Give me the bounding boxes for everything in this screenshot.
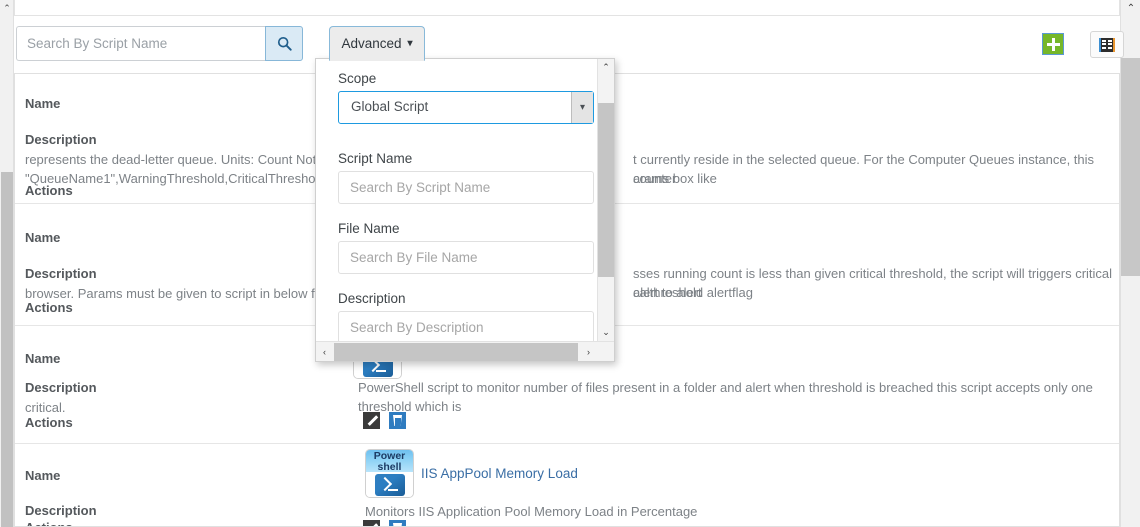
advanced-filter-button[interactable]: Advanced ▾	[329, 26, 425, 61]
powershell-icon-line2: shell	[377, 460, 402, 473]
search-icon	[277, 36, 292, 51]
search-button[interactable]	[265, 26, 303, 61]
edit-icon[interactable]	[363, 520, 380, 526]
advanced-filter-form: Scope Global Script ▾ Script Name File N…	[316, 59, 599, 341]
row-label-actions: Actions	[25, 415, 73, 430]
row-label-description: Description	[25, 380, 97, 395]
table-row: Name Power shell IIS AppPool Memory Load…	[15, 444, 1119, 526]
list-view-icon	[1099, 37, 1115, 52]
search-input[interactable]	[16, 26, 265, 61]
scope-select[interactable]: Global Script ▾	[338, 91, 594, 124]
powershell-chevron-icon	[374, 474, 405, 496]
advanced-panel-vertical-scrollbar[interactable]: ⌃ ⌄	[597, 59, 614, 341]
add-script-button[interactable]	[1042, 33, 1064, 55]
file-name-input[interactable]	[338, 241, 594, 274]
scope-selected-value: Global Script	[351, 99, 429, 114]
row-label-name: Name	[25, 351, 61, 366]
script-name-label: Script Name	[338, 151, 413, 166]
row-label-name: Name	[25, 230, 61, 245]
row-label-actions: Actions	[25, 300, 73, 315]
chevron-down-icon[interactable]: ▾	[571, 92, 593, 123]
row-description-line1: Monitors IIS Application Pool Memory Loa…	[365, 504, 698, 519]
chevron-down-icon: ▾	[407, 38, 413, 49]
app-window: ⌃ ⌃ Advanced ▾	[0, 0, 1140, 527]
search-group	[16, 26, 303, 61]
advanced-filter-panel: Scope Global Script ▾ Script Name File N…	[315, 58, 615, 362]
page-scrollbar-up-arrow[interactable]: ⌃	[1121, 0, 1140, 18]
left-scrollbar-up-arrow[interactable]: ⌃	[0, 0, 14, 16]
row-actions	[363, 412, 406, 429]
top-strip	[14, 0, 1120, 16]
powershell-icon: Power shell	[365, 449, 414, 498]
script-name-link[interactable]: IIS AppPool Memory Load	[421, 466, 578, 481]
delete-icon[interactable]	[389, 412, 406, 429]
row-description-line1: PowerShell script to monitor number of f…	[358, 380, 1093, 414]
page-scrollbar[interactable]: ⌃	[1120, 0, 1140, 527]
scrollbar-corner	[597, 342, 614, 361]
row-description-line2-right: calthreshold alertflag	[633, 285, 753, 300]
page-scrollbar-thumb[interactable]	[1121, 58, 1140, 276]
scroll-right-icon[interactable]: ›	[580, 342, 597, 361]
row-label-actions: Actions	[25, 183, 73, 198]
scope-label: Scope	[338, 71, 377, 86]
advanced-button-label: Advanced	[341, 36, 402, 51]
powershell-icon-line1: Power	[373, 450, 406, 462]
row-actions	[363, 520, 406, 526]
left-scrollbar[interactable]: ⌃	[0, 0, 14, 527]
row-description-line1: represents the dead-letter queue. Units:…	[25, 152, 364, 167]
left-scrollbar-thumb[interactable]	[1, 172, 13, 527]
script-name-input[interactable]	[338, 171, 594, 204]
list-view-button[interactable]	[1090, 31, 1124, 58]
row-label-actions: Actions	[25, 520, 73, 526]
description-input[interactable]	[338, 311, 594, 341]
edit-icon[interactable]	[363, 412, 380, 429]
plus-icon	[1046, 37, 1060, 51]
advanced-panel-horizontal-scrollbar[interactable]: ‹ ›	[316, 341, 614, 361]
row-label-description: Description	[25, 266, 97, 281]
row-label-description: Description	[25, 503, 97, 518]
scroll-down-icon[interactable]: ⌄	[598, 324, 614, 341]
delete-icon[interactable]	[389, 520, 406, 526]
scroll-up-icon[interactable]: ⌃	[598, 59, 614, 76]
row-label-name: Name	[25, 96, 61, 111]
row-label-name: Name	[25, 468, 61, 483]
scroll-left-icon[interactable]: ‹	[316, 342, 333, 361]
row-description-line1: browser. Params must be given to script …	[25, 286, 363, 301]
advanced-panel-vscroll-thumb[interactable]	[598, 103, 614, 277]
row-label-description: Description	[25, 132, 97, 147]
file-name-label: File Name	[338, 221, 400, 236]
row-description-line2-right: arams box like	[633, 171, 717, 186]
row-description-line2: "QueueName1",WarningThreshold,CriticalTh…	[25, 171, 359, 186]
description-label: Description	[338, 291, 406, 306]
advanced-panel-hscroll-thumb[interactable]	[334, 343, 578, 361]
